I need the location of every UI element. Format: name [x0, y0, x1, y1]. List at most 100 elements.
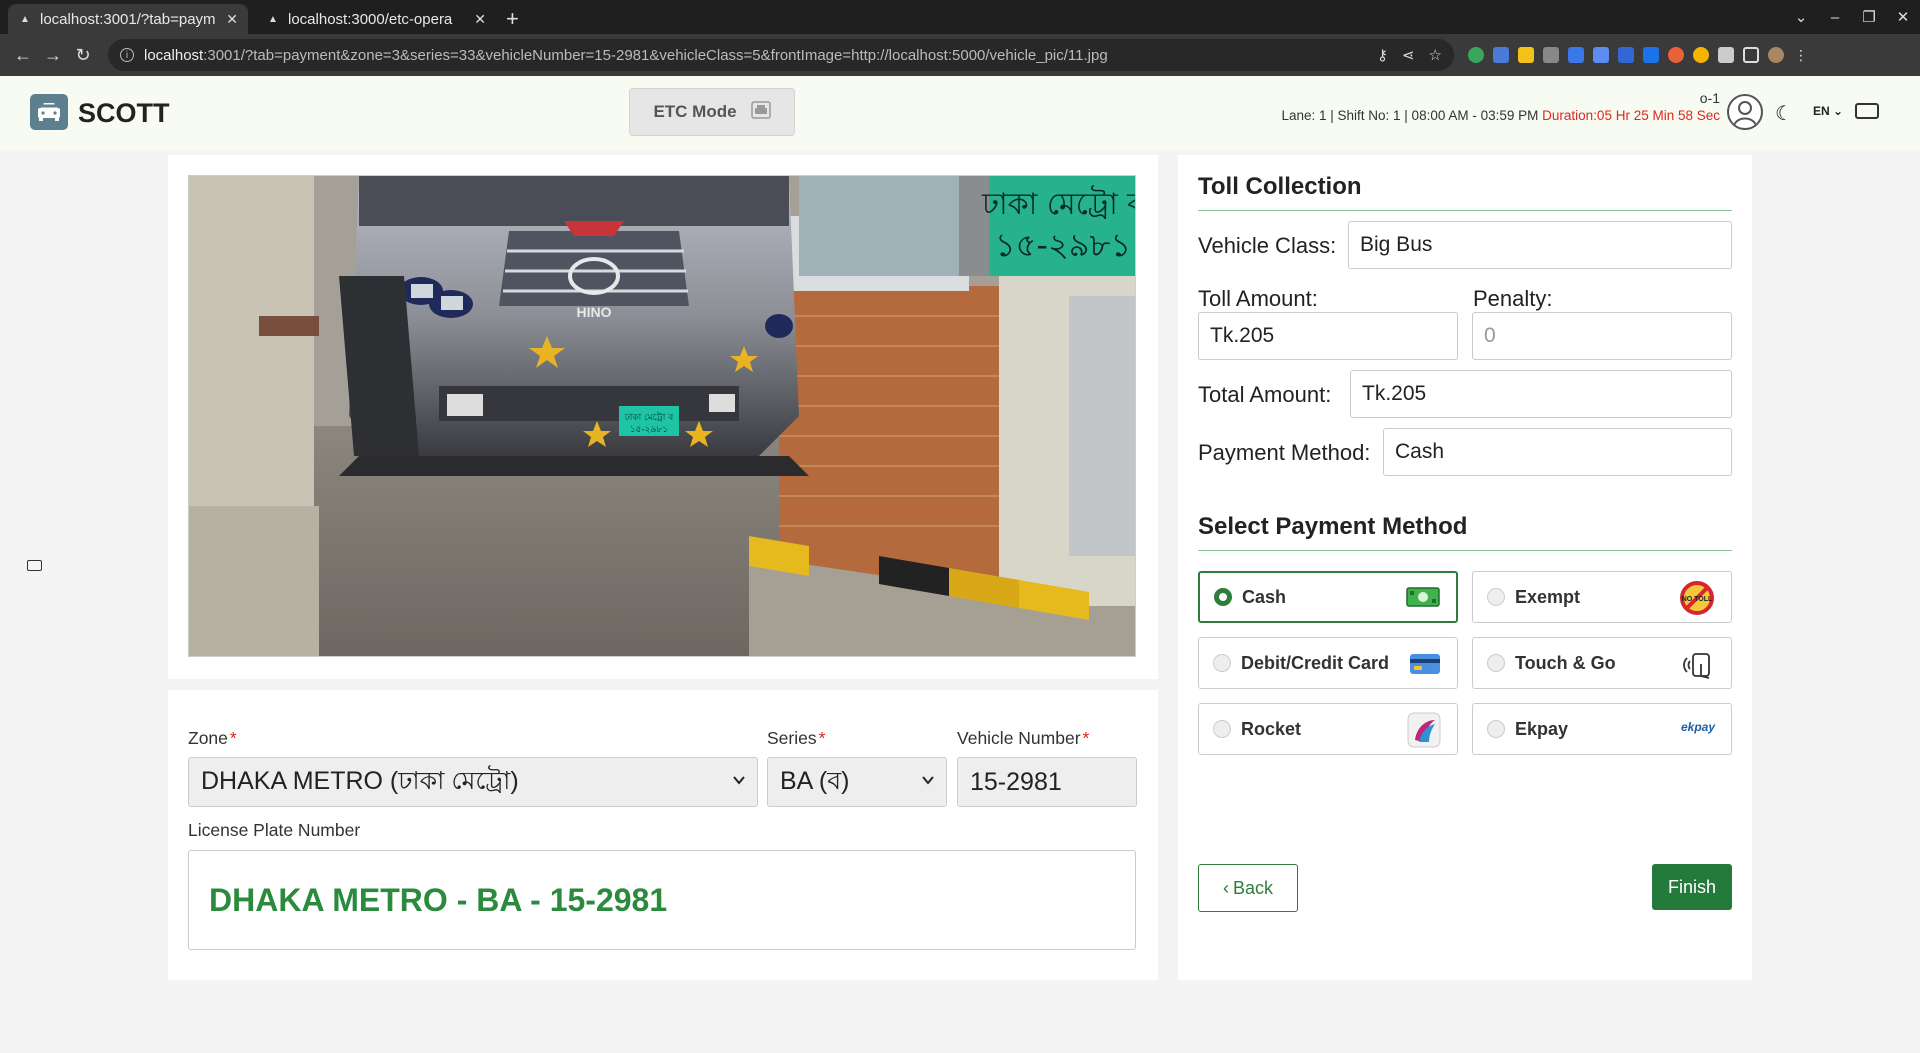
payment-option-exempt[interactable]: Exempt NO TOLL	[1472, 571, 1732, 623]
payment-option-label: Exempt	[1515, 586, 1581, 607]
restore-icon[interactable]: ❐	[1852, 8, 1886, 26]
radio-button[interactable]	[1213, 720, 1231, 738]
close-icon[interactable]: ✕	[474, 11, 486, 28]
payment-option-label: Rocket	[1241, 718, 1302, 739]
payment-option-touch-go[interactable]: Touch & Go	[1472, 637, 1732, 689]
app-favicon-icon: ▲	[20, 13, 30, 25]
cash-icon	[1406, 585, 1440, 614]
operator-id: o-1	[1699, 90, 1720, 106]
payment-option-card[interactable]: Debit/Credit Card	[1198, 637, 1458, 689]
keyboard-icon[interactable]	[1855, 103, 1879, 119]
puzzle-icon[interactable]	[1718, 47, 1734, 63]
brand-name: SCOTT	[78, 98, 170, 128]
toll-amount-field[interactable]: Tk.205	[1198, 312, 1458, 360]
radio-button[interactable]	[1487, 588, 1505, 606]
info-icon[interactable]: i	[120, 48, 134, 62]
radio-button[interactable]	[1487, 720, 1505, 738]
avatar[interactable]	[1727, 94, 1763, 130]
vehicle-number-input[interactable]: 15-2981	[957, 757, 1137, 807]
vehicle-front-image: HINO ঢাকা মেট্রো ব ১৫-২৯৮১ ঢাকা মেট্রো ব…	[188, 175, 1136, 657]
browser-tab[interactable]: ▲ localhost:3000/etc-opera ✕	[256, 4, 496, 34]
extension-icon[interactable]	[1643, 47, 1659, 63]
close-icon[interactable]: ✕	[226, 11, 238, 28]
chevron-down-icon[interactable]: ⌄	[1784, 8, 1818, 26]
star-icon[interactable]: ☆	[1429, 46, 1442, 64]
close-window-icon[interactable]: ✕	[1886, 8, 1920, 26]
key-icon[interactable]: ⚷	[1377, 46, 1388, 64]
payment-option-rocket[interactable]: Rocket	[1198, 703, 1458, 755]
toll-amount-label: Toll Amount:	[1198, 286, 1318, 311]
extension-icon[interactable]	[1618, 47, 1634, 63]
extension-icon[interactable]	[1468, 47, 1484, 63]
license-plate-display: DHAKA METRO - BA - 15-2981	[188, 850, 1136, 950]
extension-icon[interactable]	[1568, 47, 1584, 63]
vehicle-class-field[interactable]: Big Bus	[1348, 221, 1732, 269]
zone-select[interactable]: DHAKA METRO (ঢাকা মেট্রো)	[188, 757, 758, 807]
toll-collection-title: Toll Collection	[1198, 173, 1362, 200]
finish-button[interactable]: Finish	[1652, 864, 1732, 910]
back-label: Back	[1232, 877, 1274, 898]
zone-value: DHAKA METRO (ঢাকা মেট্রো)	[201, 766, 519, 795]
payment-method-field[interactable]: Cash	[1383, 428, 1732, 476]
profile-icon[interactable]	[1768, 47, 1784, 63]
penalty-label: Penalty:	[1473, 286, 1553, 311]
select-payment-title: Select Payment Method	[1198, 513, 1468, 540]
dark-mode-moon-icon[interactable]: ☾	[1775, 101, 1793, 126]
penalty-value: 0	[1484, 324, 1496, 347]
total-amount-label: Total Amount:	[1198, 382, 1332, 407]
shift-duration: Duration:05 Hr 25 Min 58 Sec	[1542, 108, 1720, 123]
payment-option-label: Ekpay	[1515, 718, 1569, 739]
svg-text:১৫-২৯৮১: ১৫-২৯৮১	[630, 425, 668, 435]
app-favicon-icon: ▲	[268, 13, 278, 25]
vehicle-form-panel: Zone * DHAKA METRO (ঢাকা মেট্রো) Series * …	[168, 690, 1158, 980]
payment-option-label: Debit/Credit Card	[1241, 652, 1390, 673]
tab-title: localhost:3000/etc-opera	[288, 10, 453, 28]
reload-icon[interactable]: ↻	[68, 45, 98, 66]
total-amount-field[interactable]: Tk.205	[1350, 370, 1732, 418]
shift-details: Lane: 1 | Shift No: 1 | 08:00 AM - 03:59…	[1281, 108, 1539, 123]
url-text: localhost:3001/?tab=payment&zone=3&serie…	[144, 46, 1108, 64]
divider	[1198, 550, 1732, 551]
extension-icon[interactable]	[1543, 47, 1559, 63]
forward-arrow-icon[interactable]: →	[38, 45, 68, 66]
browser-tab-active[interactable]: ▲ localhost:3001/?tab=paym ✕	[8, 4, 248, 34]
chevron-left-icon: ‹	[1222, 877, 1229, 898]
series-label: Series *	[767, 728, 826, 748]
series-select[interactable]: BA (ব)	[767, 757, 947, 807]
penalty-field[interactable]: 0	[1472, 312, 1732, 360]
no-toll-icon: NO TOLL	[1679, 580, 1715, 621]
minimize-icon[interactable]: –	[1818, 9, 1852, 26]
etc-mode-label: ETC Mode	[653, 102, 737, 121]
payment-option-cash[interactable]: Cash	[1198, 571, 1458, 623]
payment-option-ekpay[interactable]: Ekpay ekpay	[1472, 703, 1732, 755]
url-input[interactable]: i localhost:3001/?tab=payment&zone=3&ser…	[108, 39, 1454, 71]
extension-icon[interactable]	[1518, 47, 1534, 63]
toll-collection-panel: Toll Collection Vehicle Class: Big Bus T…	[1178, 155, 1752, 980]
camera-panel: HINO ঢাকা মেট্রো ব ১৫-২৯৮১ ঢাকা মেট্রো ব…	[168, 155, 1158, 679]
payment-method-value: Cash	[1395, 440, 1445, 463]
ekpay-logo-icon: ekpay	[1680, 720, 1715, 734]
extension-icon[interactable]	[1668, 47, 1684, 63]
back-button[interactable]: ‹ Back	[1198, 864, 1298, 912]
credit-card-icon	[1409, 650, 1441, 681]
car-logo-icon	[30, 94, 68, 130]
etc-mode-button[interactable]: ETC Mode	[629, 88, 795, 136]
monitor-icon[interactable]	[27, 560, 42, 571]
new-tab-icon[interactable]: +	[506, 4, 519, 34]
more-icon[interactable]: ⋮	[1793, 47, 1809, 63]
radio-button[interactable]	[1213, 654, 1231, 672]
language-selector[interactable]: EN ⌄	[1813, 104, 1843, 118]
extension-icon[interactable]	[1593, 47, 1609, 63]
back-arrow-icon[interactable]: ←	[8, 45, 38, 66]
extension-icon[interactable]	[1493, 47, 1509, 63]
share-icon[interactable]: ⋖	[1402, 46, 1415, 64]
plate-label: License Plate Number	[188, 820, 361, 840]
app-header: SCOTT ETC Mode o-1 Lane: 1 | Shift No: 1…	[0, 76, 1920, 150]
sidebar-icon[interactable]	[1743, 47, 1759, 63]
browser-tab-bar: ▲ localhost:3001/?tab=paym ✕ ▲ localhost…	[0, 0, 1920, 34]
toll-amount-value: Tk.205	[1210, 324, 1275, 347]
radio-button[interactable]	[1487, 654, 1505, 672]
radio-button[interactable]	[1214, 588, 1232, 606]
svg-text:ঢাকা মেট্রো ব: ঢাকা মেট্রো ব	[981, 185, 1136, 222]
extension-icon[interactable]	[1693, 47, 1709, 63]
